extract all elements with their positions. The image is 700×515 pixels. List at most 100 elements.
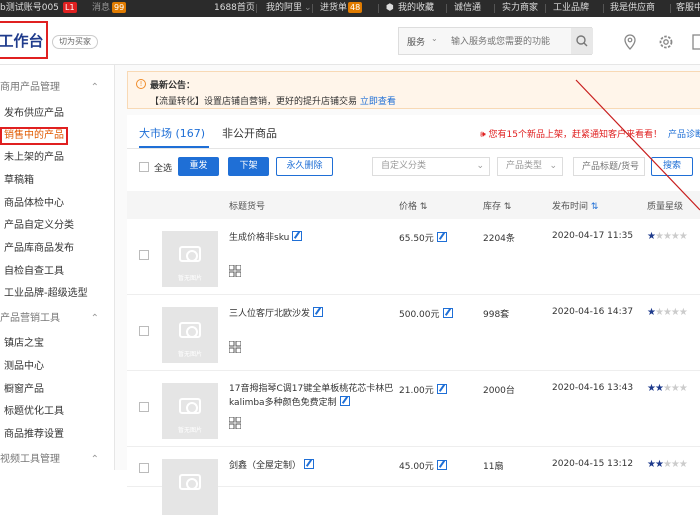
star-filled-icon: ★ — [647, 307, 656, 318]
product-title[interactable]: 三人位客厅北欧沙发 — [229, 307, 404, 321]
info-icon: ! — [136, 79, 146, 89]
price-value: 65.50元 — [399, 234, 434, 244]
strength-merchant-link[interactable]: 实力商家 — [502, 0, 538, 17]
messages-link[interactable]: 消息 — [92, 0, 110, 17]
product-thumbnail[interactable]: 暂无图片 — [162, 231, 218, 287]
star-empty-icon: ★ — [670, 307, 680, 318]
speaker-icon: 🕪 — [480, 130, 486, 140]
camera-icon — [179, 398, 201, 414]
qr-code-icon[interactable] — [229, 265, 241, 277]
search-submit-button[interactable]: 搜索 — [651, 157, 693, 176]
product-thumbnail[interactable]: 暂无图片 — [162, 383, 218, 439]
qr-code-icon[interactable] — [229, 417, 241, 429]
sidebar-item-showcase[interactable]: 橱窗产品 — [4, 381, 44, 399]
star-empty-icon: ★ — [662, 383, 672, 394]
col-time[interactable]: 发布时间 ⇅ — [552, 199, 598, 212]
sidebar-item-custom-category[interactable]: 产品自定义分类 — [4, 217, 74, 235]
purchase-count-badge: 48 — [348, 2, 363, 13]
trust-link[interactable]: 诚信通 — [454, 0, 481, 17]
sidebar-item-store-treasure[interactable]: 镇店之宝 — [4, 335, 44, 353]
sidebar-section-product-mgmt[interactable]: 商用产品管理 ⌃ — [0, 79, 115, 97]
sidebar-item-recommend[interactable]: 商品推荐设置 — [4, 426, 64, 444]
home-link[interactable]: 1688首页 — [214, 0, 255, 17]
sidebar-section-video[interactable]: 视频工具管理 ⌃ — [0, 451, 115, 469]
favorites-link[interactable]: 我的收藏 — [398, 0, 434, 17]
row-checkbox[interactable] — [139, 402, 149, 412]
select-all-checkbox[interactable] — [139, 162, 149, 172]
edit-icon[interactable] — [304, 459, 315, 469]
sidebar-section-label: 商用产品管理 — [0, 82, 60, 93]
product-type-select[interactable]: 产品类型 ⌄ — [497, 157, 563, 176]
delist-button[interactable]: 下架 — [228, 157, 269, 176]
row-checkbox[interactable] — [139, 463, 149, 473]
col-stock-label: 库存 — [483, 202, 502, 212]
qr-code-icon[interactable] — [229, 341, 241, 353]
announcement-title: 最新公告： — [150, 81, 196, 91]
edit-icon[interactable] — [436, 460, 447, 470]
industrial-brand-link[interactable]: 工业品牌 — [553, 0, 589, 17]
republish-button[interactable]: 重发 — [178, 157, 219, 176]
col-price-label: 价格 — [399, 202, 418, 212]
search-scope-select[interactable]: 服务 — [407, 35, 425, 48]
select-value: 产品类型 — [506, 161, 543, 171]
product-diagnose-link[interactable]: 产品诊断 — [668, 127, 700, 140]
chevron-up-icon: ⌃ — [90, 313, 99, 324]
sidebar-item-library-publish[interactable]: 产品库商品发布 — [4, 240, 74, 258]
edit-icon[interactable] — [339, 396, 350, 406]
gear-icon[interactable] — [657, 33, 675, 51]
announcement-bar: ! 最新公告： 【流量转化】设置店铺自营销，更好的提升店铺交易 立即查看 — [127, 71, 700, 109]
sidebar-item-super-select[interactable]: 工业品牌-超级选型 — [4, 285, 88, 303]
purchase-list-link[interactable]: 进货单 — [320, 0, 347, 17]
chevron-up-icon: ⌃ — [90, 82, 99, 93]
product-title[interactable]: 剑鑫（全屋定制） — [229, 459, 404, 473]
star-empty-icon: ★ — [662, 459, 672, 470]
sidebar-item-title-optimize[interactable]: 标题优化工具 — [4, 403, 64, 421]
view-now-link[interactable]: 立即查看 — [360, 97, 396, 107]
product-title[interactable]: 生成价格非sku — [229, 231, 404, 245]
account-name[interactable]: b测试账号005 — [0, 0, 59, 17]
product-thumbnail[interactable] — [162, 459, 218, 515]
sidebar-item-test-center[interactable]: 测品中心 — [4, 358, 44, 376]
edit-icon[interactable] — [436, 232, 447, 242]
edit-icon[interactable] — [313, 307, 324, 317]
supplier-link[interactable]: 我是供应商 — [610, 0, 655, 17]
switch-to-buyer-button[interactable]: 切为买家 — [52, 35, 98, 49]
quality-stars: ★★★★★ — [647, 231, 688, 242]
new-product-promo[interactable]: 🕪 您有15个新品上架，赶紧通知客户来看看！ — [480, 127, 662, 140]
search-button[interactable] — [571, 28, 593, 54]
sidebar-item-on-sale[interactable]: 销售中的产品 — [0, 127, 68, 145]
announcement-body: 【流量转化】设置店铺自营销，更好的提升店铺交易 — [150, 97, 358, 107]
sidebar-item-self-check[interactable]: 自检自查工具 — [4, 263, 64, 281]
col-quality: 质量星级 — [647, 202, 684, 212]
sidebar-item-unlisted[interactable]: 未上架的产品 — [4, 149, 64, 167]
document-icon[interactable] — [690, 33, 700, 51]
col-price[interactable]: 价格 ⇅ — [399, 199, 427, 212]
sidebar-item-drafts[interactable]: 草稿箱 — [4, 172, 34, 190]
star-empty-icon: ★ — [678, 459, 688, 470]
custom-category-select[interactable]: 自定义分类 ⌄ — [372, 157, 490, 176]
sidebar-section-marketing[interactable]: 产品营销工具 ⌃ — [0, 310, 115, 328]
product-search-input[interactable] — [573, 157, 645, 176]
row-checkbox[interactable] — [139, 326, 149, 336]
sidebar-item-health-check[interactable]: 商品体检中心 — [4, 195, 64, 213]
product-thumbnail[interactable]: 暂无图片 — [162, 307, 218, 363]
no-image-label: 暂无图片 — [177, 427, 202, 434]
delete-permanently-button[interactable]: 永久删除 — [276, 157, 333, 176]
customer-service-link[interactable]: 客服中 — [676, 0, 700, 17]
edit-icon[interactable] — [436, 384, 447, 394]
product-title[interactable]: 17音拇指琴C调17键全单板桃花芯卡林巴kalimba多种颜色免费定制 — [229, 383, 404, 410]
my-ali-link[interactable]: 我的阿里 — [266, 0, 302, 17]
location-pin-icon[interactable] — [621, 33, 639, 51]
row-checkbox[interactable] — [139, 250, 149, 260]
edit-icon[interactable] — [292, 231, 303, 241]
edit-icon[interactable] — [442, 308, 453, 318]
workbench-title[interactable]: 工作台 — [0, 21, 48, 59]
col-stock[interactable]: 库存 ⇅ — [483, 199, 511, 212]
tab-private[interactable]: 非公开商品 — [222, 125, 277, 141]
no-image-label: 暂无图片 — [177, 351, 202, 358]
sidebar-item-publish[interactable]: 发布供应产品 — [4, 105, 64, 123]
tab-market[interactable]: 大市场 (167) — [139, 125, 205, 141]
sort-icon: ⇅ — [419, 202, 428, 212]
service-search-input[interactable] — [451, 34, 563, 50]
product-stock: 11扇 — [483, 462, 504, 472]
